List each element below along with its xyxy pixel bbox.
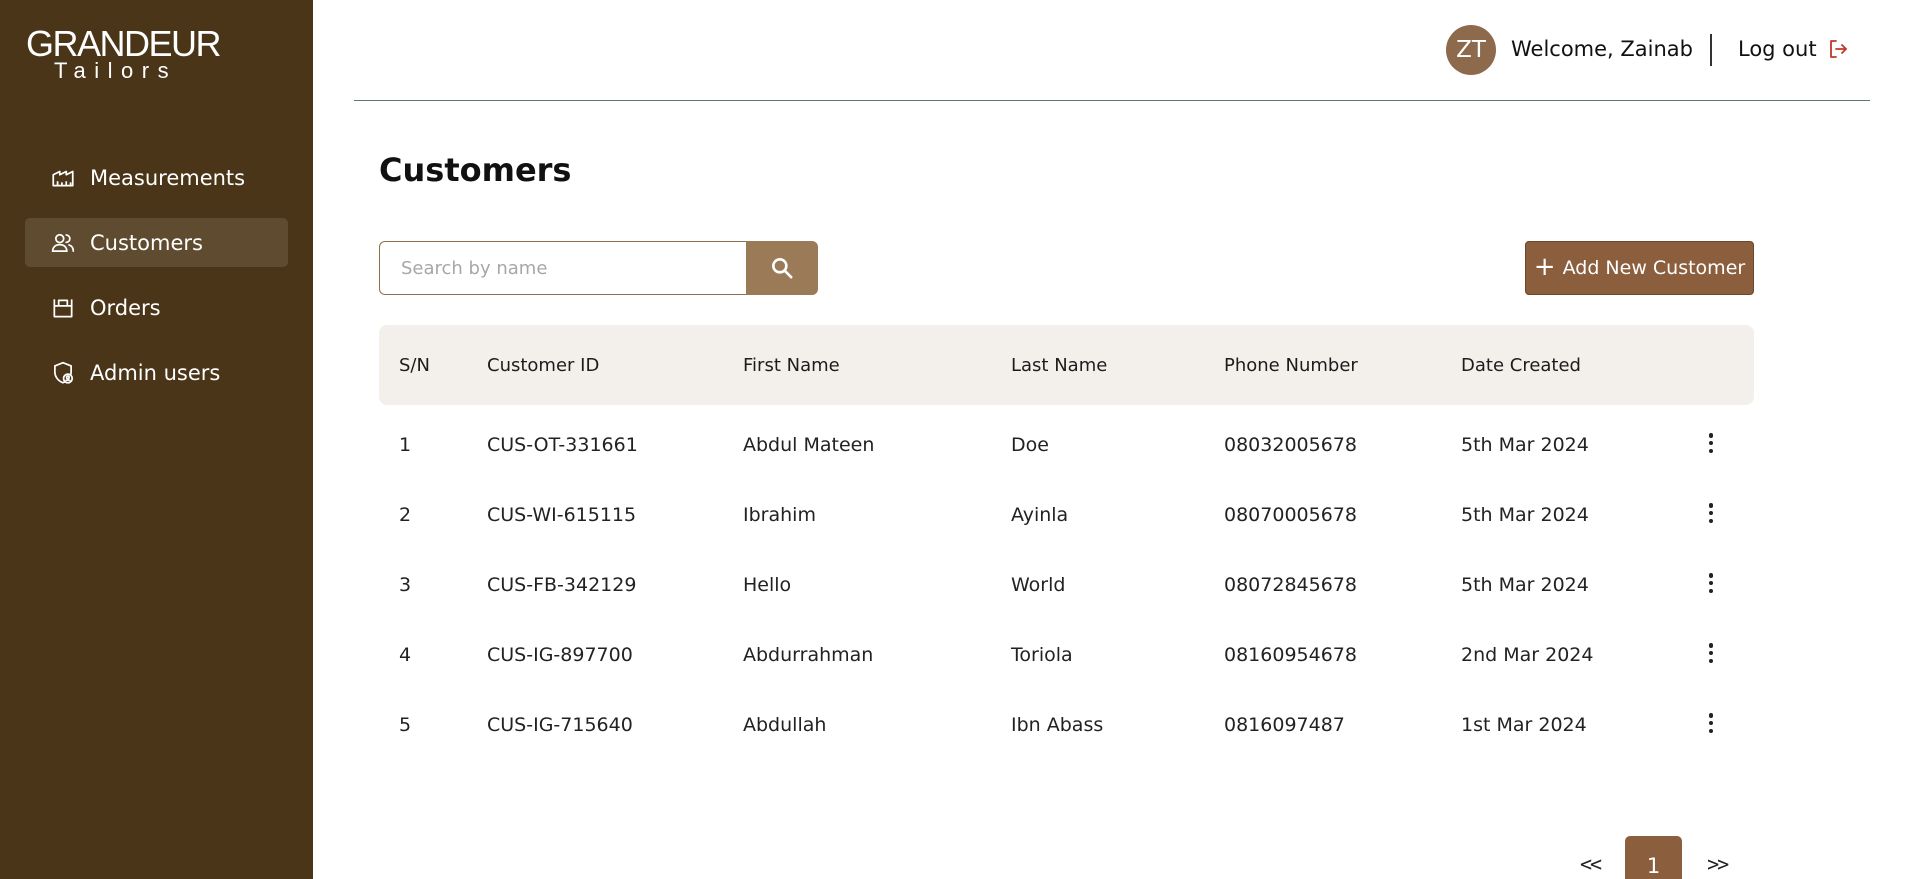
cell-first-name: Abdurrahman [743, 644, 874, 666]
cell-phone-number: 0816097487 [1224, 714, 1345, 736]
plus-icon: + [1533, 251, 1556, 282]
column-header-first-name: First Name [743, 354, 840, 376]
cell-customer-id: CUS-IG-897700 [487, 644, 633, 666]
cell-first-name: Hello [743, 574, 792, 596]
cell-customer-id: CUS-IG-715640 [487, 714, 633, 736]
logout-icon [1829, 40, 1847, 58]
customers-table: S/N Customer ID First Name Last Name Pho… [379, 325, 1754, 760]
pagination-page-button[interactable]: 1 [1625, 836, 1683, 879]
cell-last-name: World [1011, 574, 1066, 596]
sidebar: GRANDEUR Tailors Measurements Customers … [0, 0, 313, 879]
cell-date-created: 2nd Mar 2024 [1461, 644, 1594, 666]
brand-logo[interactable]: GRANDEUR Tailors [26, 23, 222, 82]
cell-sn: 1 [399, 434, 412, 456]
sidebar-nav: Measurements Customers Orders Admin user… [25, 153, 288, 413]
search-icon [772, 258, 793, 279]
users-icon [50, 230, 76, 256]
table-row[interactable]: 2 CUS-WI-615115 Ibrahim Ayinla 080700056… [379, 480, 1754, 550]
sidebar-item-label: Measurements [90, 165, 246, 190]
table-row[interactable]: 4 CUS-IG-897700 Abdurrahman Toriola 0816… [379, 620, 1754, 690]
search-input[interactable] [379, 241, 746, 295]
cell-first-name: Ibrahim [743, 504, 816, 526]
sidebar-item-label: Admin users [90, 360, 221, 385]
avatar[interactable]: ZT [1446, 25, 1496, 75]
cell-date-created: 5th Mar 2024 [1461, 574, 1589, 596]
cell-last-name: Ibn Abass [1011, 714, 1104, 736]
cell-date-created: 1st Mar 2024 [1461, 714, 1587, 736]
header-divider [1710, 34, 1712, 66]
column-header-date-created: Date Created [1461, 354, 1581, 376]
cell-sn: 3 [399, 574, 412, 596]
add-new-customer-button[interactable]: + Add New Customer [1525, 241, 1754, 295]
column-header-last-name: Last Name [1011, 354, 1108, 376]
row-actions-menu-icon[interactable] [1701, 710, 1721, 736]
search-bar [379, 241, 818, 295]
cell-last-name: Toriola [1011, 644, 1073, 666]
sidebar-item-label: Orders [90, 295, 161, 320]
sidebar-item-admin-users[interactable]: Admin users [25, 348, 288, 397]
sidebar-item-orders[interactable]: Orders [25, 283, 288, 332]
pagination: << 1 >> [1580, 836, 1729, 879]
pagination-prev-button[interactable]: << [1580, 852, 1602, 876]
cell-date-created: 5th Mar 2024 [1461, 504, 1589, 526]
row-actions-menu-icon[interactable] [1701, 430, 1721, 456]
ruler-icon [50, 165, 76, 191]
table-row[interactable]: 3 CUS-FB-342129 Hello World 08072845678 … [379, 550, 1754, 620]
row-actions-menu-icon[interactable] [1701, 640, 1721, 666]
cell-phone-number: 08072845678 [1224, 574, 1357, 596]
cell-customer-id: CUS-OT-331661 [487, 434, 638, 456]
brand-name: GRANDEUR [26, 23, 222, 64]
table-row[interactable]: 1 CUS-OT-331661 Abdul Mateen Doe 0803200… [379, 410, 1754, 480]
page-title: Customers [379, 151, 572, 189]
cell-phone-number: 08070005678 [1224, 504, 1357, 526]
basket-icon [50, 295, 76, 321]
cell-first-name: Abdul Mateen [743, 434, 875, 456]
logout-button[interactable]: Log out [1738, 37, 1850, 61]
cell-phone-number: 08160954678 [1224, 644, 1357, 666]
sidebar-item-measurements[interactable]: Measurements [25, 153, 288, 202]
cell-date-created: 5th Mar 2024 [1461, 434, 1589, 456]
column-header-phone-number: Phone Number [1224, 354, 1358, 376]
add-button-label: Add New Customer [1562, 257, 1746, 279]
sidebar-item-label: Customers [90, 230, 203, 255]
cell-last-name: Ayinla [1011, 504, 1069, 526]
column-header-sn: S/N [399, 354, 430, 376]
search-button[interactable] [746, 241, 818, 295]
column-header-customer-id: Customer ID [487, 354, 600, 376]
cell-sn: 2 [399, 504, 412, 526]
cell-last-name: Doe [1011, 434, 1049, 456]
cell-customer-id: CUS-FB-342129 [487, 574, 637, 596]
cell-sn: 5 [399, 714, 412, 736]
top-header: ZT Welcome, Zainab Log out [354, 0, 1870, 101]
row-actions-menu-icon[interactable] [1701, 500, 1721, 526]
cell-sn: 4 [399, 644, 412, 666]
cell-phone-number: 08032005678 [1224, 434, 1357, 456]
welcome-text: Welcome, Zainab [1511, 37, 1694, 61]
cell-first-name: Abdullah [743, 714, 827, 736]
table-header: S/N Customer ID First Name Last Name Pho… [379, 325, 1754, 405]
logout-label: Log out [1738, 37, 1817, 61]
cell-customer-id: CUS-WI-615115 [487, 504, 637, 526]
sidebar-item-customers[interactable]: Customers [25, 218, 288, 267]
shield-user-icon [50, 360, 76, 386]
table-body: 1 CUS-OT-331661 Abdul Mateen Doe 0803200… [379, 405, 1754, 760]
table-row[interactable]: 5 CUS-IG-715640 Abdullah Ibn Abass 08160… [379, 690, 1754, 760]
row-actions-menu-icon[interactable] [1701, 570, 1721, 596]
pagination-next-button[interactable]: >> [1707, 852, 1729, 876]
